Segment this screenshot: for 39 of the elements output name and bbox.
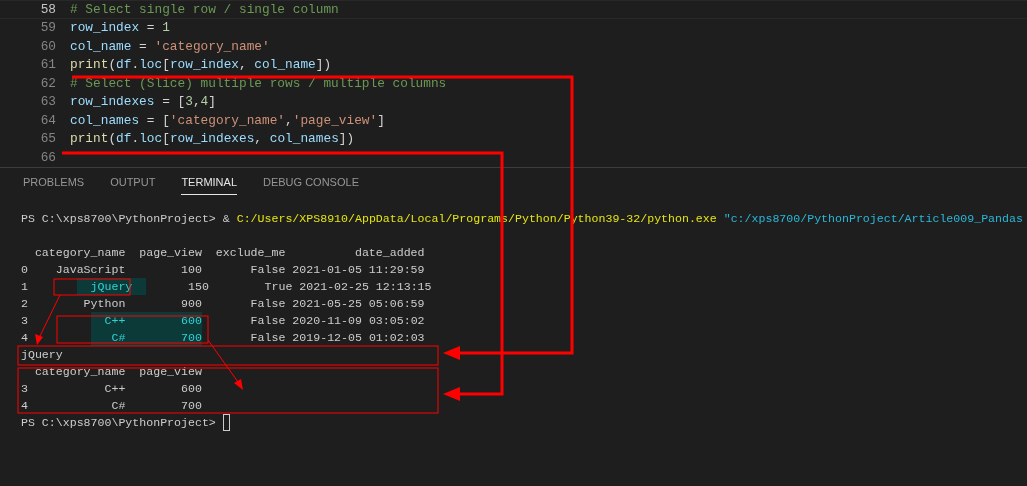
code-text: col_name = 'category_name' [70, 37, 270, 56]
panel-tab[interactable]: PROBLEMS [23, 170, 85, 195]
terminal-text: jQuery [21, 347, 63, 363]
line-number: 59 [39, 19, 56, 38]
code-text: # Select single row / single column [70, 0, 339, 19]
terminal-text: & [222, 211, 231, 227]
line-number: 65 [39, 130, 56, 149]
code-text: # Select (Slice) multiple rows / multiple columns [70, 74, 447, 93]
code-text: row_indexes = [3,4] [70, 93, 216, 112]
line-number: 60 [39, 37, 56, 56]
code-text: print(df.loc[row_indexes, col_names]) [70, 130, 355, 149]
terminal-text: "c:/xps8700/PythonProject/Article009_Pandas [722, 211, 1023, 227]
terminal-text: 2 Python 900 False 2021-05-25 05:06:59 [21, 296, 425, 312]
terminal-text: False 2020-11-09 03:05:02 [249, 313, 425, 329]
terminal-text: 150 True 2021-02-25 12:13:15 [187, 279, 432, 295]
code-text: print(df.loc[row_index, col_name]) [70, 56, 332, 75]
terminal-text: False 2019-12-05 01:02:03 [249, 330, 425, 346]
terminal-text: 1 [21, 279, 29, 295]
terminal-text: category_name page_view [33, 364, 202, 380]
panel-tab[interactable]: TERMINAL [181, 170, 237, 195]
line-number: 66 [39, 148, 56, 167]
code-text: col_names = ['category_name','page_view'] [70, 111, 385, 130]
panel-tab[interactable]: OUTPUT [110, 170, 156, 195]
terminal-text: 0 JavaScript 100 False 2021-01-05 11:29:59 [21, 262, 425, 278]
terminal-text: 3 C++ 600 [21, 381, 202, 397]
line-number: 64 [39, 111, 56, 130]
line-number: 58 [39, 0, 56, 19]
panel-tab[interactable]: DEBUG CONSOLE [263, 170, 359, 195]
line-number: 62 [39, 74, 56, 93]
terminal-prompt: PS C:\xps8700\PythonProject> [21, 211, 217, 227]
terminal-text: 3 [21, 313, 29, 329]
terminal-text: 4 C# 700 [21, 398, 202, 414]
terminal-cursor [222, 414, 230, 431]
code-text: row_index = 1 [70, 19, 170, 38]
terminal-text: category_name page_view exclude_me date_added [33, 245, 425, 261]
line-number: 61 [39, 56, 56, 75]
terminal-text: 4 [21, 330, 29, 346]
terminal-prompt: PS C:\xps8700\PythonProject> [21, 415, 217, 431]
line-number: 63 [39, 93, 56, 112]
